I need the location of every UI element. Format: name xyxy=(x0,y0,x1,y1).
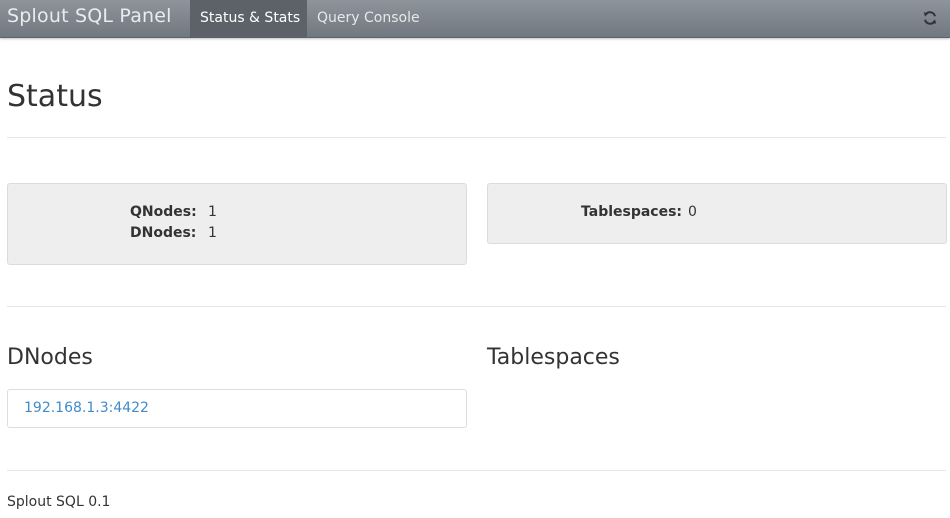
tablespaces-value: 0 xyxy=(688,204,697,220)
top-navbar: Splout SQL Panel Status & Stats Query Co… xyxy=(0,0,950,38)
tab-query-console[interactable]: Query Console xyxy=(307,0,430,38)
dnodes-label: DNodes: xyxy=(130,225,197,241)
dnode-link[interactable]: 192.168.1.3:4422 xyxy=(24,400,149,416)
dnodes-section-title: DNodes xyxy=(7,345,93,370)
nodes-stats-panel: QNodes: 1 DNodes: 1 xyxy=(7,183,467,265)
tablespaces-label: Tablespaces: xyxy=(581,204,683,220)
qnodes-value: 1 xyxy=(208,204,217,220)
dnodes-list: 192.168.1.3:4422 xyxy=(7,389,467,428)
divider xyxy=(7,137,946,138)
brand-title[interactable]: Splout SQL Panel xyxy=(7,5,172,27)
dnodes-value: 1 xyxy=(208,225,217,241)
divider xyxy=(7,470,946,471)
page-title: Status xyxy=(7,79,103,114)
divider xyxy=(7,306,946,307)
tab-status-stats[interactable]: Status & Stats xyxy=(190,0,307,38)
tablespaces-stats-panel: Tablespaces: 0 xyxy=(487,183,947,244)
tablespaces-section-title: Tablespaces xyxy=(487,345,620,370)
footer-version: Splout SQL 0.1 xyxy=(7,494,111,510)
qnodes-label: QNodes: xyxy=(130,204,197,220)
refresh-icon[interactable] xyxy=(922,10,938,26)
